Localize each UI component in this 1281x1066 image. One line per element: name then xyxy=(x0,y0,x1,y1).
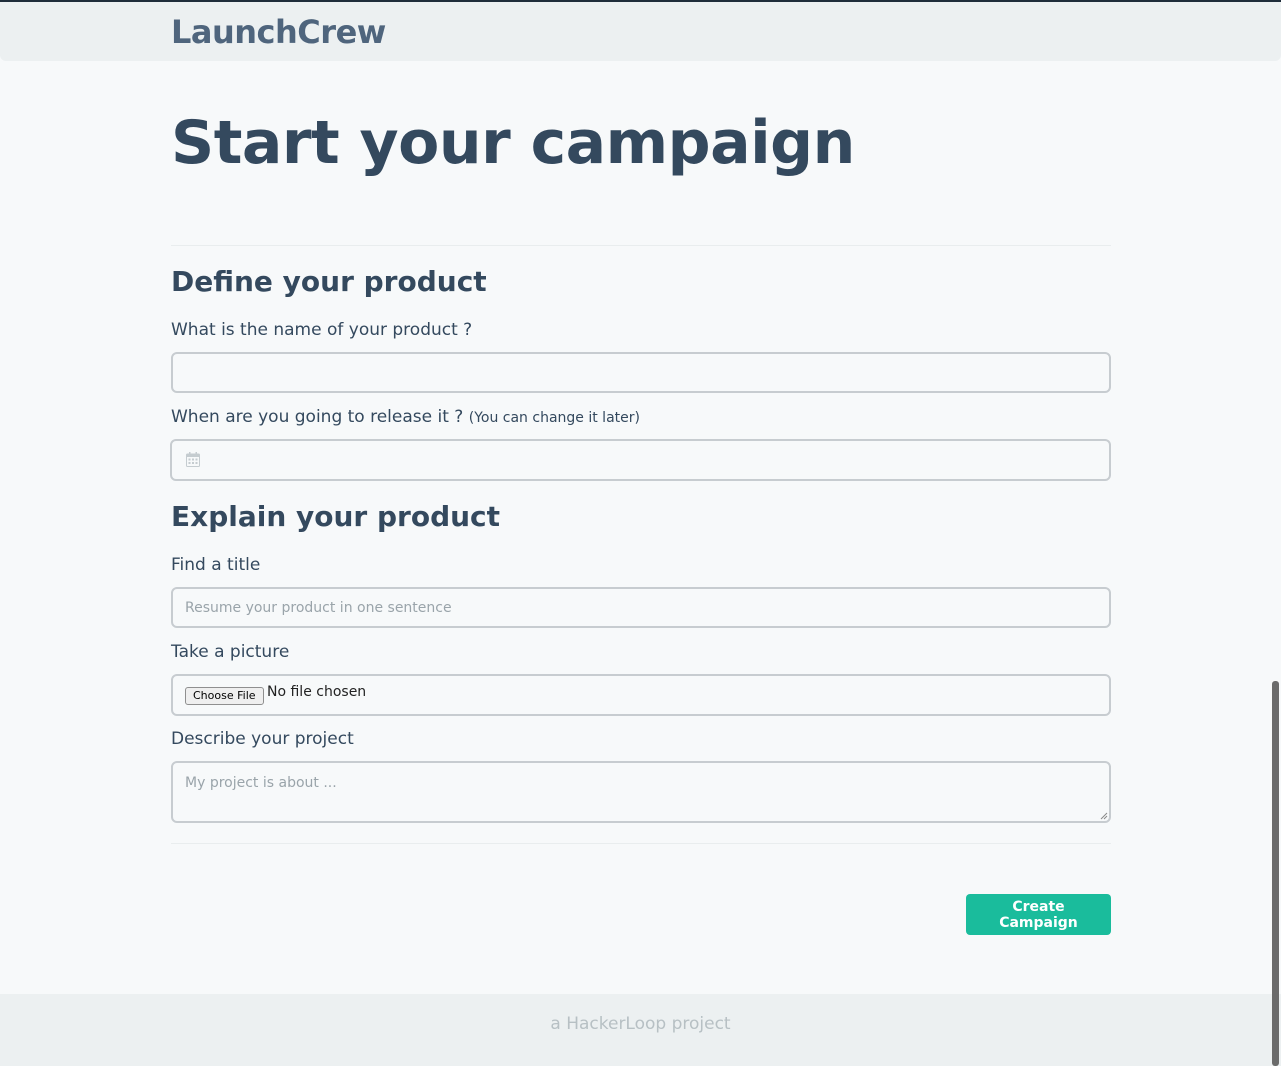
scrollbar[interactable] xyxy=(1272,681,1279,1066)
divider xyxy=(171,245,1111,246)
calendar-icon xyxy=(186,452,200,467)
release-date-label: When are you going to release it ? (You … xyxy=(171,407,640,427)
release-date-field[interactable] xyxy=(170,439,1111,481)
release-date-hint: (You can change it later) xyxy=(468,410,640,426)
title-input[interactable] xyxy=(171,587,1111,628)
product-name-input[interactable] xyxy=(171,352,1111,393)
section-heading-define: Define your product xyxy=(171,265,487,298)
describe-textarea[interactable] xyxy=(171,761,1111,823)
footer: a HackerLoop project xyxy=(0,994,1281,1066)
title-label: Find a title xyxy=(171,555,261,575)
describe-label: Describe your project xyxy=(171,729,354,749)
section-heading-explain: Explain your product xyxy=(171,500,501,533)
resize-handle-icon[interactable] xyxy=(1100,812,1108,820)
navbar: LaunchCrew xyxy=(0,2,1281,61)
picture-label: Take a picture xyxy=(171,642,290,662)
choose-file-button[interactable]: Choose File xyxy=(185,687,264,705)
brand-logo[interactable]: LaunchCrew xyxy=(171,13,386,51)
release-date-input[interactable] xyxy=(170,439,1111,481)
picture-file-field[interactable]: Choose File No file chosen xyxy=(171,674,1111,716)
divider xyxy=(171,843,1111,844)
footer-text: a HackerLoop project xyxy=(550,1014,731,1034)
product-name-label: What is the name of your product ? xyxy=(171,320,473,340)
release-date-label-text: When are you going to release it ? xyxy=(171,407,464,427)
page-title: Start your campaign xyxy=(171,108,855,178)
create-campaign-button[interactable]: Create Campaign xyxy=(966,894,1111,935)
file-status-text: No file chosen xyxy=(267,684,367,700)
